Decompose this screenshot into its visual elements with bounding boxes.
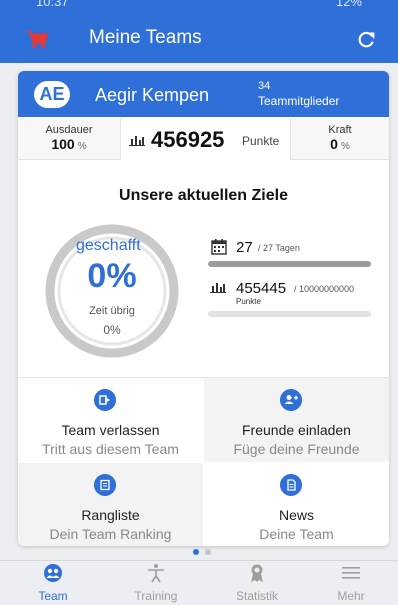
nav-label: Training	[134, 589, 178, 603]
action-subtitle: Deine Team	[259, 526, 334, 542]
status-bar: 10:37 12%	[0, 0, 398, 14]
action-grid: Team verlassen Tritt aus diesem Team Fre…	[18, 377, 389, 546]
menu-icon	[342, 567, 360, 579]
cart-icon[interactable]	[26, 30, 48, 50]
kraft-unit: %	[340, 141, 350, 152]
nav-label: Mehr	[337, 589, 365, 603]
calendar-icon	[211, 239, 227, 255]
goal-points-total: / 10000000000	[294, 284, 355, 294]
kraft-value: 0	[330, 136, 338, 152]
statistik-icon	[251, 564, 263, 582]
page-dot[interactable]	[205, 549, 211, 555]
member-name: Aegir Kempen	[95, 85, 210, 105]
days-value: 27	[236, 239, 253, 256]
page-indicator	[191, 549, 215, 557]
time-left-label: Zeit übrig	[89, 305, 135, 317]
action-title: News	[278, 507, 314, 523]
member-count: 34	[258, 80, 271, 92]
action-title: Rangliste	[81, 507, 140, 523]
nav-label: Team	[38, 589, 68, 603]
stat-ausdauer: Ausdauer 100%	[18, 118, 121, 160]
days-progress-bar	[208, 261, 371, 267]
bar-chart-icon	[129, 136, 145, 146]
kraft-label: Kraft	[328, 124, 352, 136]
page-title: Meine Teams	[89, 27, 202, 48]
action-subtitle: Füge deine Freunde	[233, 441, 360, 457]
ranking-button[interactable]: Rangliste Dein Team Ranking	[18, 463, 203, 546]
points-progress-bar	[208, 311, 371, 317]
action-subtitle: Dein Team Ranking	[49, 526, 172, 542]
refresh-icon[interactable]	[356, 30, 376, 50]
nav-mehr[interactable]: Mehr	[304, 561, 398, 605]
leave-team-button[interactable]: Team verlassen Tritt aus diesem Team	[18, 378, 203, 462]
goal-points-label: Punkte	[236, 297, 261, 306]
exit-icon	[94, 389, 116, 411]
ausdauer-label: Ausdauer	[45, 124, 93, 136]
goal-points-value: 455445	[236, 280, 287, 297]
team-icon	[44, 564, 62, 582]
news-button[interactable]: News Deine Team	[204, 463, 389, 546]
status-time: 10:37	[36, 0, 69, 9]
time-left-value: 0%	[103, 323, 121, 337]
chart-icon	[210, 283, 226, 293]
nav-team[interactable]: Team	[6, 561, 100, 605]
done-percent: 0%	[87, 257, 137, 295]
training-icon	[148, 564, 164, 583]
action-title: Freunde einladen	[242, 422, 351, 438]
nav-statistik[interactable]: Statistik	[210, 561, 304, 605]
days-total: / 27 Tagen	[258, 243, 300, 253]
team-header: AE Aegir Kempen 34 Teammitglieder	[18, 71, 389, 117]
bottom-nav: Team Training Statistik Mehr	[0, 560, 398, 605]
goals-title: Unsere aktuellen Ziele	[119, 187, 288, 204]
ausdauer-unit: %	[77, 141, 87, 152]
points-value: 456925	[151, 127, 225, 152]
action-title: Team verlassen	[61, 422, 160, 438]
news-icon	[280, 474, 302, 496]
stats-row: Ausdauer 100% 456925 Punkte Kraft 0%	[18, 118, 389, 160]
member-count-label: Teammitglieder	[258, 94, 340, 108]
add-user-icon	[280, 389, 302, 411]
action-subtitle: Tritt aus diesem Team	[42, 441, 179, 457]
team-card: AE Aegir Kempen 34 Teammitglieder Ausdau…	[18, 71, 389, 546]
nav-label: Statistik	[235, 589, 278, 603]
list-icon	[94, 474, 116, 496]
done-label: geschafft	[76, 237, 141, 254]
page-dot-active[interactable]	[193, 549, 199, 555]
invite-friends-button[interactable]: Freunde einladen Füge deine Freunde	[204, 378, 389, 462]
nav-training[interactable]: Training	[109, 561, 203, 605]
days-progress-fill	[208, 261, 371, 267]
stat-points: 456925 Punkte	[121, 118, 291, 160]
app-bar: 10:37 12% Meine Teams	[0, 0, 398, 63]
ausdauer-value: 100	[51, 136, 75, 152]
status-battery: 12%	[335, 0, 362, 9]
stat-kraft: Kraft 0%	[291, 118, 389, 160]
points-label: Punkte	[242, 134, 280, 148]
avatar: AE	[34, 81, 70, 108]
